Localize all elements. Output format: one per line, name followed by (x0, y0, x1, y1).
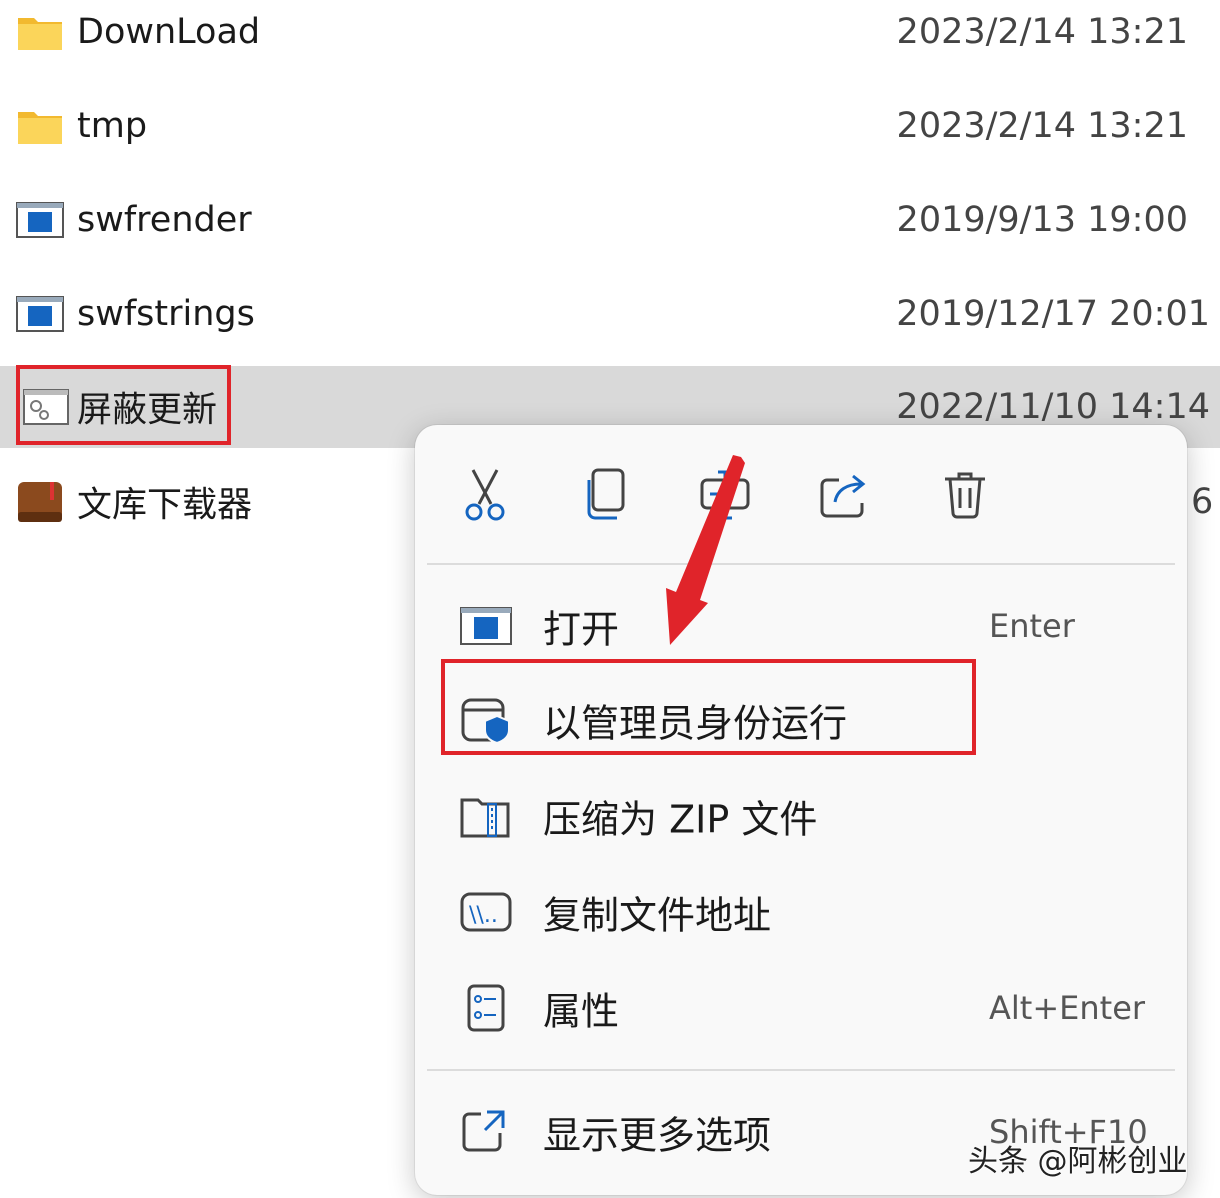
menu-item-properties[interactable]: 属性 Alt+Enter (415, 963, 1187, 1053)
share-button[interactable] (805, 455, 885, 535)
file-name: 文库下载器 (77, 485, 253, 526)
menu-item-label: 打开 (543, 607, 620, 652)
context-menu-toolbar (415, 455, 1187, 535)
copy-button[interactable] (565, 455, 645, 535)
app-window-icon (16, 202, 64, 238)
scissors-icon (465, 469, 505, 521)
folder-icon (18, 18, 62, 50)
menu-item-label: 压缩为 ZIP 文件 (543, 797, 818, 842)
path-copy-icon: \\.. (460, 892, 512, 932)
menu-separator (427, 563, 1175, 565)
file-row-download[interactable]: DownLoad 2023/2/14 13:21 (0, 0, 1220, 77)
highlight-box-run-as-admin (441, 659, 976, 755)
rename-button[interactable] (685, 455, 765, 535)
file-name: tmp (77, 106, 148, 146)
folder-icon (18, 112, 62, 144)
context-menu: 打开 Enter 以管理员身份运行 压缩为 ZIP 文件 \\.. 复制文件地址 (415, 425, 1187, 1195)
file-name: swfrender (77, 200, 252, 240)
file-date: 2022/11/10 14:14 (896, 387, 1210, 427)
menu-item-shortcut: Enter (989, 607, 1075, 645)
file-name: DownLoad (77, 12, 261, 52)
share-icon (820, 474, 866, 518)
file-name: swfstrings (77, 294, 255, 334)
delete-button[interactable] (925, 455, 1005, 535)
properties-icon (467, 984, 505, 1032)
book-app-icon (18, 482, 62, 522)
cut-button[interactable] (445, 455, 525, 535)
app-window-icon (16, 296, 64, 332)
file-date: 2023/2/14 13:21 (896, 106, 1188, 146)
copy-icon (587, 468, 625, 520)
menu-item-label: 复制文件地址 (543, 893, 772, 938)
file-date: 2019/9/13 19:00 (896, 200, 1188, 240)
file-date: 2023/2/14 13:21 (896, 12, 1188, 52)
app-window-icon (460, 607, 512, 645)
file-date: 2019/12/17 20:01 (896, 294, 1210, 334)
file-row-swfstrings[interactable]: swfstrings 2019/12/17 20:01 (0, 269, 1220, 359)
file-row-tmp[interactable]: tmp 2023/2/14 13:21 (0, 81, 1220, 171)
svg-text:\\..: \\.. (469, 903, 498, 928)
file-row-swfrender[interactable]: swfrender 2019/9/13 19:00 (0, 175, 1220, 265)
more-options-icon (462, 1110, 505, 1152)
partial-date-text: 6 (1191, 482, 1214, 522)
highlight-box-file (16, 365, 231, 445)
menu-separator (427, 1069, 1175, 1071)
menu-item-label: 显示更多选项 (543, 1113, 772, 1158)
trash-icon (945, 472, 985, 519)
menu-item-shortcut: Alt+Enter (989, 989, 1146, 1027)
menu-item-copy-path[interactable]: \\.. 复制文件地址 (415, 867, 1187, 957)
menu-item-compress-zip[interactable]: 压缩为 ZIP 文件 (415, 771, 1187, 861)
menu-item-label: 属性 (543, 989, 620, 1034)
menu-item-open[interactable]: 打开 Enter (415, 581, 1187, 671)
rename-icon (700, 470, 750, 520)
zip-folder-icon (460, 798, 510, 838)
watermark-text: 头条 @阿彬创业 (968, 1144, 1188, 1179)
